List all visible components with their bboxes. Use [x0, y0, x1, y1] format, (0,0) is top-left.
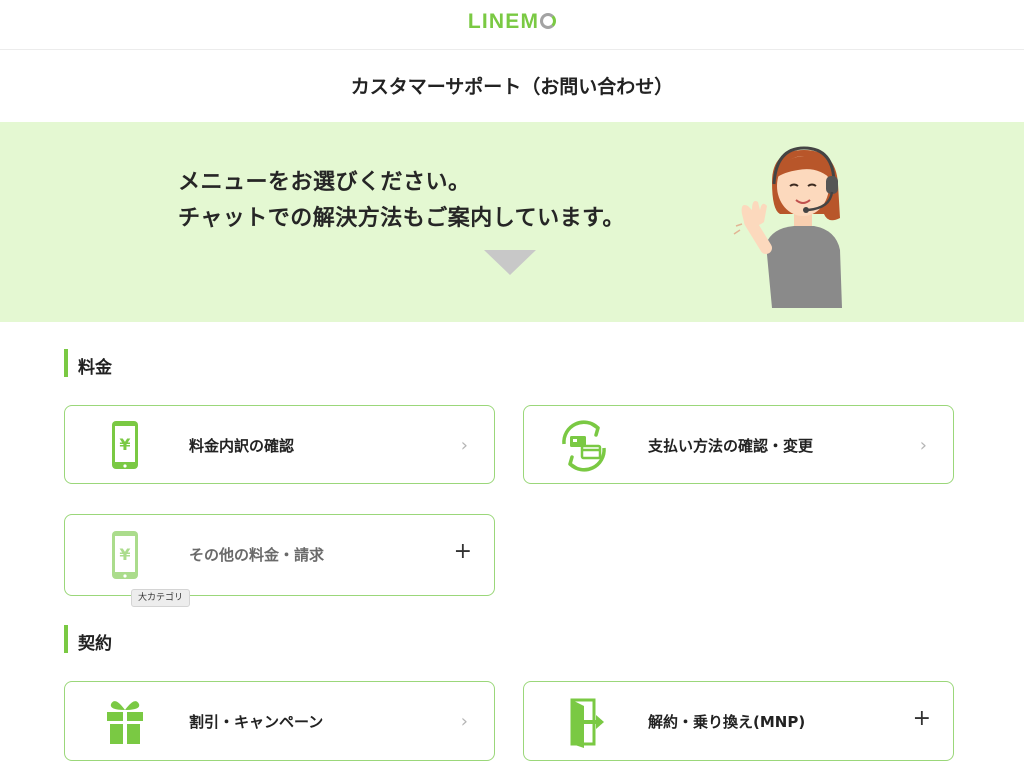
chevron-right-icon: › — [919, 435, 927, 456]
banner-line-1: メニューをお選びください。 — [178, 170, 471, 195]
card-discount-campaign[interactable]: 割引・キャンペーン › — [64, 681, 495, 761]
card-label: その他の料金・請求 — [189, 546, 325, 564]
card-label: 解約・乗り換え(MNP) — [648, 713, 806, 731]
support-operator-illustration — [733, 146, 842, 308]
down-arrow-icon — [484, 250, 536, 275]
top-bar: LINEM — [0, 0, 1024, 50]
chevron-right-icon: › — [460, 711, 468, 732]
linemo-logo[interactable]: LINEM — [0, 10, 1024, 34]
card-label: 料金内訳の確認 — [189, 437, 295, 455]
payment-exchange-icon — [562, 420, 606, 472]
banner-line-2: チャットでの解決方法もご案内しています。 — [178, 206, 625, 231]
phone-yen-icon: ¥ — [112, 531, 138, 579]
card-label: 割引・キャンペーン — [189, 713, 324, 731]
section-accent-bar — [64, 625, 68, 653]
logo-text: LINEM — [467, 10, 540, 33]
svg-text:¥: ¥ — [119, 435, 130, 454]
phone-yen-icon: ¥ — [112, 421, 138, 469]
svg-text:¥: ¥ — [119, 545, 130, 564]
logo-o-mark-icon — [540, 13, 557, 29]
card-label: 支払い方法の確認・変更 — [648, 437, 814, 455]
section-label-fees: 料金 — [78, 358, 112, 378]
card-other-fees[interactable]: ¥ その他の料金・請求 + — [64, 514, 495, 596]
plus-expand-icon: + — [453, 539, 472, 564]
tooltip: 大カテゴリ — [131, 589, 191, 607]
section-accent-bar — [64, 349, 68, 377]
card-cancel-mnp[interactable]: 解約・乗り換え(MNP) + — [523, 681, 954, 761]
exit-door-icon — [570, 698, 604, 748]
card-payment-method[interactable]: 支払い方法の確認・変更 › — [523, 405, 954, 484]
page-title: カスタマーサポート（お問い合わせ） — [350, 76, 674, 98]
gift-icon — [107, 701, 143, 744]
section-label-contract: 契約 — [78, 634, 112, 654]
plus-expand-icon: + — [912, 706, 931, 731]
chevron-right-icon: › — [460, 435, 468, 456]
card-fee-breakdown[interactable]: ¥ 料金内訳の確認 › — [64, 405, 495, 484]
hero-banner: メニューをお選びください。 チャットでの解決方法もご案内しています。 — [0, 122, 1024, 322]
